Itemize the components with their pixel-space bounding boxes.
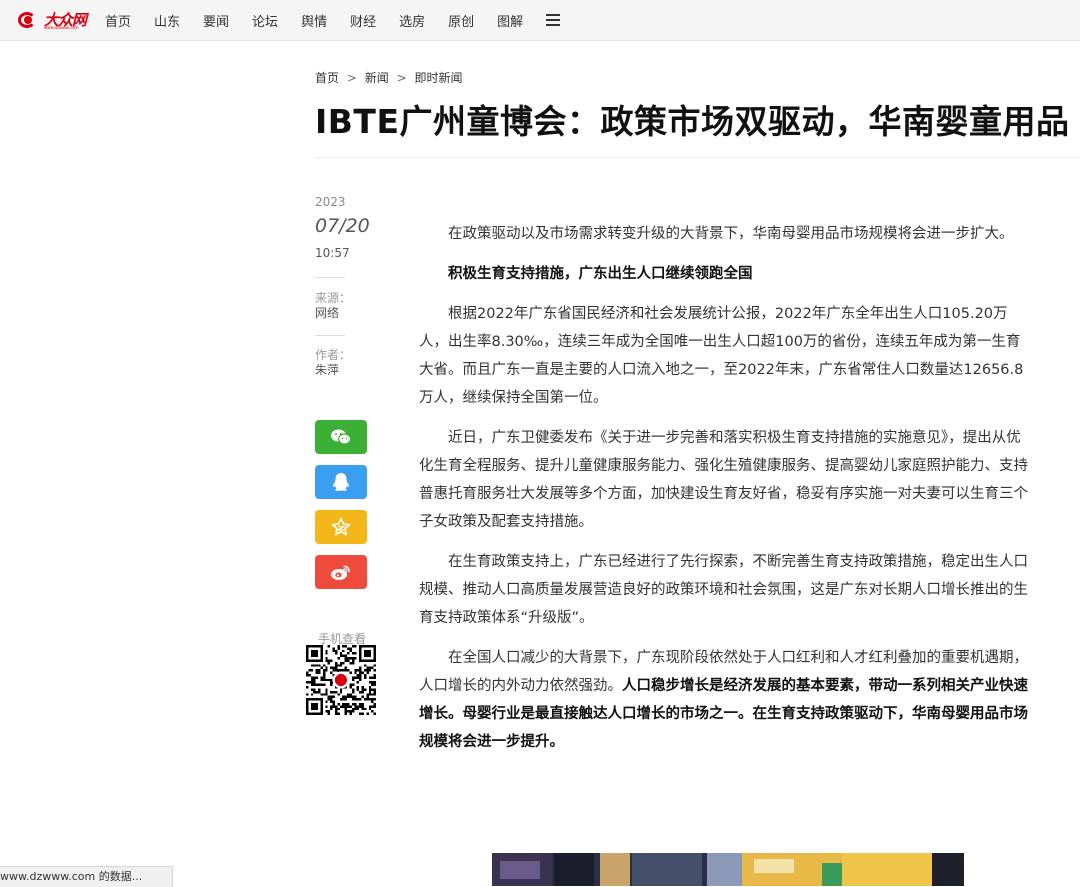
share-weibo-button[interactable] xyxy=(315,555,367,589)
breadcrumb: 首页 > 新闻 > 即时新闻 xyxy=(315,69,462,86)
meta-divider xyxy=(315,277,345,278)
publish-year: 2023 xyxy=(315,195,346,209)
qzone-icon xyxy=(331,517,351,536)
source-label: 来源： xyxy=(315,291,352,305)
nav-item-home[interactable]: 首页 xyxy=(105,11,131,30)
breadcrumb-home[interactable]: 首页 xyxy=(315,71,339,85)
main-nav: 首页 山东 要闻 论坛 舆情 财经 选房 原创 图解 xyxy=(105,0,561,40)
breadcrumb-separator: > xyxy=(396,71,407,85)
publish-time: 10:57 xyxy=(315,246,350,260)
article-paragraph: 在全国人口减少的大背景下，广东现阶段依然处于人口红利和人才红利叠加的重要机遇期，… xyxy=(419,644,1031,756)
page-title: IBTE广州童博会：政策市场双驱动，华南婴童用品 xyxy=(315,102,1070,141)
logo-mark-icon xyxy=(18,10,42,30)
article-paragraph: 在政策驱动以及市场需求转变升级的大背景下，华南母婴用品市场规模将会进一步扩大。 xyxy=(448,226,1014,242)
wechat-icon xyxy=(331,429,352,445)
article-paragraph: 在生育政策支持上，广东已经进行了先行探索，不断完善生育支持政策措施，稳定出生人口… xyxy=(419,554,1028,626)
breadcrumb-instant-news[interactable]: 即时新闻 xyxy=(414,71,462,85)
publish-date: 07/20 xyxy=(315,215,370,237)
meta-divider xyxy=(315,335,345,336)
share-wechat-button[interactable] xyxy=(315,420,367,454)
article-paragraph: 近日，广东卫健委发布《关于进一步完善和落实积极生育支持措施的实施意见》，提出从优… xyxy=(419,430,1028,530)
nav-item-shandong[interactable]: 山东 xyxy=(154,11,180,30)
browser-status-bar: www.dzwww.com 的数据... xyxy=(0,866,174,887)
nav-item-original[interactable]: 原创 xyxy=(448,11,474,30)
article-photo xyxy=(492,853,964,886)
nav-item-forum[interactable]: 论坛 xyxy=(252,11,278,30)
nav-item-news[interactable]: 要闻 xyxy=(203,11,229,30)
top-nav-bar: 大众网 www.dzwww.com 首页 山东 要闻 论坛 舆情 财经 选房 原… xyxy=(0,0,1080,41)
share-qq-button[interactable] xyxy=(315,465,367,499)
menu-icon[interactable] xyxy=(546,14,561,26)
article-paragraph: 根据2022年广东省国民经济和社会发展统计公报，2022年广东全年出生人口105… xyxy=(419,306,1024,406)
title-divider xyxy=(315,157,1080,158)
author-label: 作者： xyxy=(315,348,352,362)
article-body: 在政策驱动以及市场需求转变升级的大背景下，华南母婴用品市场规模将会进一步扩大。 … xyxy=(419,220,1031,768)
site-logo[interactable]: 大众网 www.dzwww.com xyxy=(18,8,87,32)
qq-icon xyxy=(333,473,349,491)
share-qzone-button[interactable] xyxy=(315,510,367,544)
qr-code-icon xyxy=(306,645,376,715)
nav-item-opinion[interactable]: 舆情 xyxy=(301,11,327,30)
nav-item-housing[interactable]: 选房 xyxy=(399,11,425,30)
breadcrumb-news[interactable]: 新闻 xyxy=(365,71,389,85)
weibo-icon xyxy=(331,565,350,580)
nav-item-finance[interactable]: 财经 xyxy=(350,11,376,30)
author-value: 朱萍 xyxy=(315,363,340,377)
article-meta: 2023 07/20 10:57 来源： 网络 作者： 朱萍 xyxy=(315,195,375,378)
logo-subtext: www.dzwww.com xyxy=(44,25,79,30)
breadcrumb-separator: > xyxy=(346,71,357,85)
source-value: 网络 xyxy=(315,306,340,320)
article-subheading: 积极生育支持措施，广东出生人口继续领跑全国 xyxy=(448,266,753,282)
nav-item-graphics[interactable]: 图解 xyxy=(497,11,523,30)
